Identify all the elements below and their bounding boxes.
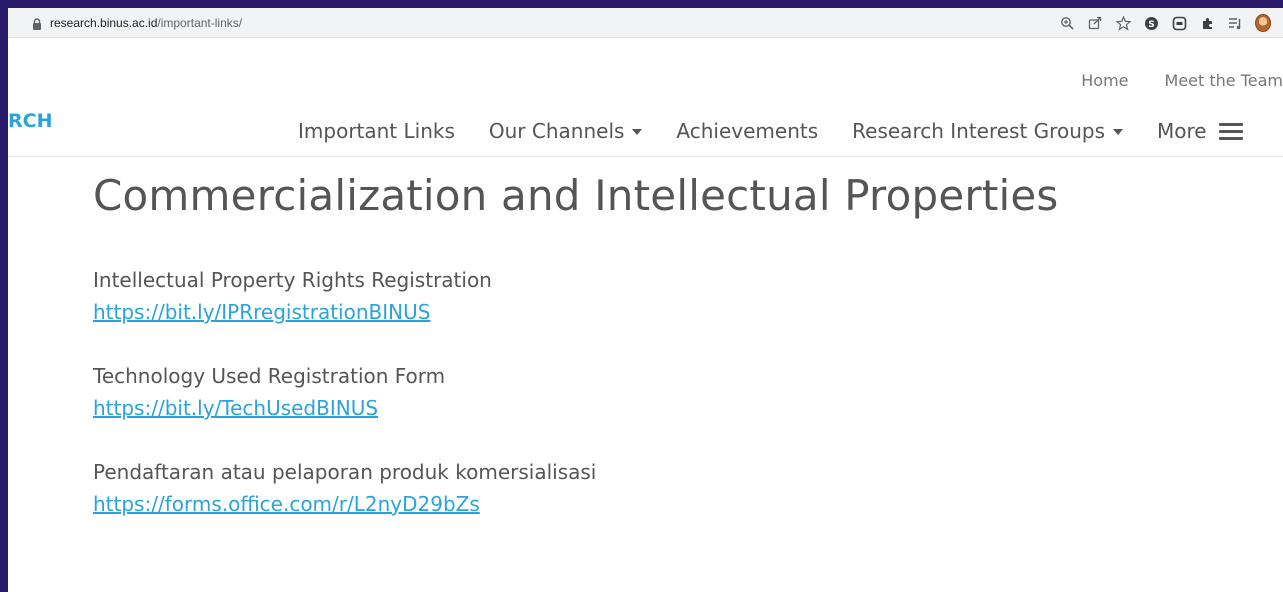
link-url[interactable]: https://bit.ly/TechUsedBINUS — [93, 392, 378, 424]
main-nav: Important Links Our Channels Achievement… — [298, 116, 1283, 146]
nav-divider — [8, 156, 1283, 157]
browser-window: research.binus.ac.id/important-links/ S — [8, 8, 1283, 592]
media-queue-icon[interactable] — [1227, 15, 1243, 31]
url-text[interactable]: research.binus.ac.id/important-links/ — [50, 16, 242, 30]
link-title: Intellectual Property Rights Registratio… — [93, 268, 492, 292]
link-url[interactable]: https://bit.ly/IPRregistrationBINUS — [93, 296, 430, 328]
top-nav-meet-the-team[interactable]: Meet the Team — [1165, 71, 1283, 90]
page-title: Commercialization and Intellectual Prope… — [93, 171, 1059, 220]
nav-important-links[interactable]: Important Links — [298, 119, 455, 143]
link-title: Technology Used Registration Form — [93, 364, 446, 388]
url-path: /important-links/ — [157, 15, 243, 30]
puzzle-icon[interactable] — [1199, 15, 1215, 31]
share-icon[interactable] — [1087, 15, 1103, 31]
svg-text:S: S — [1148, 20, 1154, 30]
link-item: Technology Used Registration Form https:… — [93, 360, 1193, 424]
star-icon[interactable] — [1115, 15, 1131, 31]
link-title: Pendaftaran atau pelaporan produk komers… — [93, 460, 597, 484]
site-brand[interactable]: RCH — [8, 110, 52, 132]
nav-achievements[interactable]: Achievements — [676, 119, 818, 143]
skype-icon[interactable]: S — [1143, 15, 1159, 31]
top-nav-home[interactable]: Home — [1081, 71, 1128, 90]
top-nav: Home Meet the Team — [1081, 68, 1283, 92]
nav-label: More — [1157, 119, 1207, 143]
lock-icon[interactable] — [30, 16, 44, 30]
nav-research-interest-groups[interactable]: Research Interest Groups — [852, 119, 1123, 143]
profile-avatar[interactable] — [1255, 14, 1271, 32]
link-item: Intellectual Property Rights Registratio… — [93, 264, 1193, 328]
caret-down-icon — [1113, 129, 1123, 135]
caret-down-icon — [632, 129, 643, 135]
nav-label: Our Channels — [488, 119, 625, 143]
browser-toolbar: S — [1059, 8, 1271, 38]
nav-label: Achievements — [676, 119, 819, 143]
hamburger-menu-icon — [1218, 122, 1243, 140]
zoom-icon[interactable] — [1059, 15, 1075, 31]
address-bar[interactable]: research.binus.ac.id/important-links/ S — [8, 8, 1283, 38]
main-content: Commercialization and Intellectual Prope… — [93, 168, 1193, 520]
url-host: research.binus.ac.id — [50, 15, 158, 30]
link-item: Pendaftaran atau pelaporan produk komers… — [93, 456, 1193, 520]
nav-label: Important Links — [298, 119, 455, 143]
link-url[interactable]: https://forms.office.com/r/L2nyD29bZs — [93, 488, 480, 520]
nav-label: Research Interest Groups — [852, 119, 1105, 143]
extension-square-icon[interactable] — [1171, 15, 1187, 31]
nav-our-channels[interactable]: Our Channels — [489, 119, 643, 143]
nav-more[interactable]: More — [1157, 119, 1243, 143]
